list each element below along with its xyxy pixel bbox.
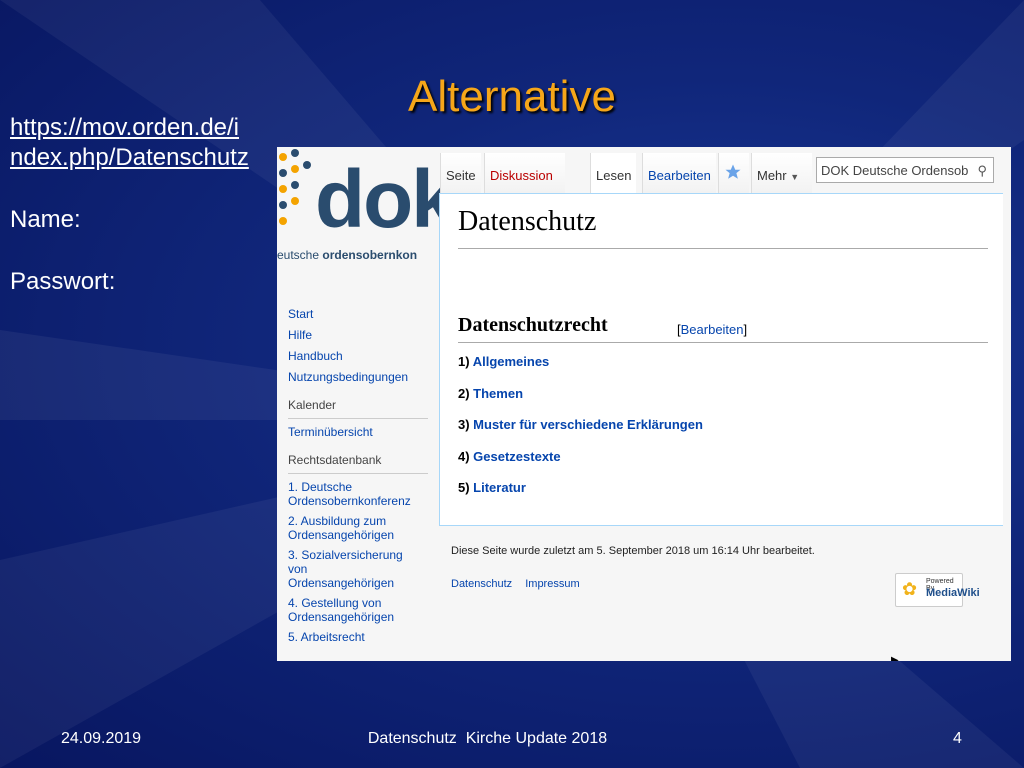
- list-item: 5) Literatur: [458, 480, 703, 512]
- tab-bearbeiten[interactable]: Bearbeiten: [642, 153, 716, 193]
- dok-logo[interactable]: dok eutsche ordensobernkon: [277, 147, 457, 272]
- sidebar-item-hilfe[interactable]: Hilfe: [288, 328, 428, 342]
- item-number: 1): [458, 354, 473, 369]
- sidebar-item-label: 1. Deutsche: [288, 480, 353, 494]
- sidebar-item-nutzungsbedingungen[interactable]: Nutzungsbedingungen: [288, 370, 428, 384]
- sidebar-item-handbuch[interactable]: Handbuch: [288, 349, 428, 363]
- item-link[interactable]: Gesetzestexte: [473, 449, 560, 464]
- title-divider: [458, 248, 988, 249]
- tab-seite[interactable]: Seite: [440, 153, 481, 193]
- item-link[interactable]: Muster für verschiedene Erklärungen: [473, 417, 703, 432]
- section-edit: [Bearbeiten]: [677, 322, 748, 337]
- sidebar-item-label: Ordensobernkonferenz: [288, 494, 411, 508]
- login-info: https://mov.orden.de/i ndex.php/Datensch…: [10, 113, 249, 297]
- mediawiki-badge[interactable]: ✿ Powered By MediaWiki: [895, 573, 980, 607]
- list-item: 2) Themen: [458, 386, 703, 418]
- sidebar-heading-kalender: Kalender: [288, 398, 428, 419]
- footer-links: Datenschutz Impressum: [451, 578, 590, 590]
- sidebar-item-label: Ordensangehörigen: [288, 528, 395, 542]
- tab-mehr[interactable]: Mehr ▼: [751, 153, 812, 193]
- url-link-line1[interactable]: https://mov.orden.de/i: [10, 113, 249, 143]
- name-label: Name:: [10, 206, 81, 233]
- footer-link-datenschutz[interactable]: Datenschutz: [451, 578, 512, 590]
- sidebar-item-r3[interactable]: 3. Sozialversicherung von Ordensangehörige…: [288, 548, 428, 590]
- logo-subtitle: eutsche ordensobernkon: [277, 248, 418, 262]
- watch-star-icon[interactable]: [718, 153, 749, 193]
- sidebar-item-r1[interactable]: 1. Deutsche Ordensobernkonferenz: [288, 480, 428, 508]
- section-edit-link[interactable]: Bearbeiten: [681, 322, 744, 337]
- sunflower-icon: ✿: [902, 579, 918, 599]
- page-title: Datenschutz: [458, 206, 597, 237]
- wiki-content: Datenschutz Datenschutzrecht [Bearbeiten…: [439, 193, 1003, 526]
- chevron-down-icon: ▼: [790, 172, 800, 182]
- sidebar-item-r5[interactable]: 5. Arbeitsrecht: [288, 630, 428, 644]
- mouse-cursor-icon: ▶: [891, 655, 899, 661]
- tab-diskussion[interactable]: Diskussion: [484, 153, 565, 193]
- item-link[interactable]: Themen: [473, 386, 523, 401]
- sidebar-item-termine[interactable]: Terminübersicht: [288, 425, 428, 439]
- item-link[interactable]: Allgemeines: [473, 354, 550, 369]
- last-modified-text: Diese Seite wurde zuletzt am 5. Septembe…: [451, 545, 815, 557]
- section-divider: [458, 342, 988, 343]
- sidebar-item-label: 4. Gestellung von: [288, 596, 382, 610]
- item-number: 3): [458, 417, 474, 432]
- item-number: 4): [458, 448, 474, 464]
- logo-wordmark: dok: [315, 154, 457, 245]
- sidebar-item-label: 2. Ausbildung zum: [288, 514, 387, 528]
- list-item: 4) Gesetzestexte: [458, 449, 703, 481]
- sidebar-item-start[interactable]: Start: [288, 307, 428, 321]
- url-link-line2[interactable]: ndex.php/Datenschutz: [10, 143, 249, 173]
- badge-mediawiki-text: MediaWiki: [926, 587, 980, 599]
- wiki-screenshot: dok eutsche ordensobernkon Seite Diskuss…: [277, 147, 1011, 661]
- search-icon[interactable]: ⚲: [977, 158, 987, 182]
- section-title: Datenschutzrecht: [458, 314, 608, 336]
- item-link[interactable]: Literatur: [473, 480, 526, 495]
- sidebar-item-label: 3. Sozialversicherung: [288, 548, 403, 562]
- sidebar-item-label: Ordensangehörigen: [288, 576, 395, 590]
- sidebar-item-r4[interactable]: 4. Gestellung von Ordensangehörigen: [288, 596, 428, 624]
- item-number: 2): [458, 385, 474, 401]
- wiki-sidebar: Start Hilfe Handbuch Nutzungsbedingungen…: [288, 307, 428, 650]
- sidebar-item-label: Ordensangehörigen: [288, 610, 395, 624]
- search-input[interactable]: DOK Deutsche Ordensob ⚲: [816, 157, 994, 183]
- password-label: Passwort:: [10, 268, 116, 295]
- tab-mehr-label: Mehr: [757, 168, 787, 183]
- footer-link-impressum[interactable]: Impressum: [525, 578, 579, 590]
- list-item: 3) Muster für verschiedene Erklärungen: [458, 417, 703, 449]
- sidebar-item-label: 5. Arbeitsrecht: [288, 630, 365, 644]
- tab-lesen[interactable]: Lesen: [590, 153, 637, 193]
- search-placeholder: DOK Deutsche Ordensob: [821, 163, 969, 178]
- footer-title: Datenschutz Kirche Update 2018: [367, 730, 608, 747]
- sidebar-item-r2[interactable]: 2. Ausbildung zum Ordensangehörigen: [288, 514, 428, 542]
- item-list: 1) Allgemeines 2) Themen 3) Muster für v…: [458, 354, 703, 512]
- sidebar-heading-rechtsdatenbank: Rechtsdatenbank: [288, 453, 428, 474]
- item-number: 5): [458, 480, 474, 495]
- sidebar-item-label: von: [288, 562, 308, 576]
- footer-page-number: 4: [953, 730, 962, 747]
- list-item: 1) Allgemeines: [458, 354, 703, 386]
